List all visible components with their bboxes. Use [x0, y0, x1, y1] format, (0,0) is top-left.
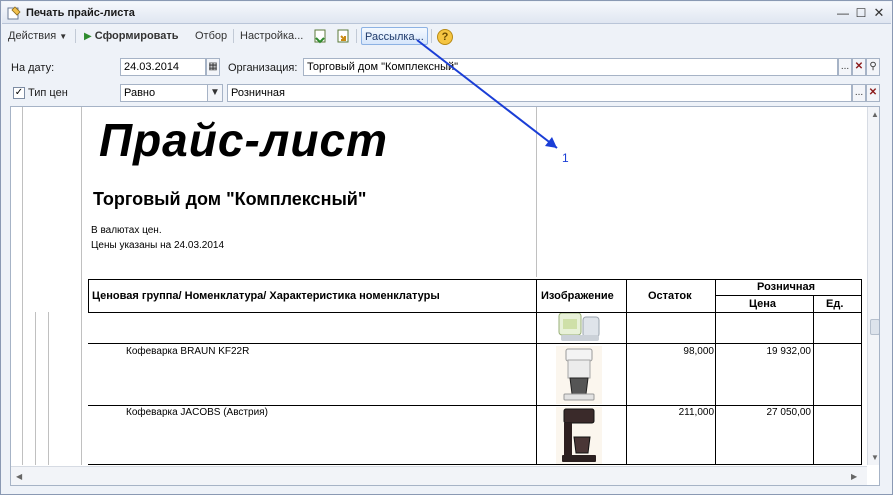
calendar-icon[interactable]: ▦ — [206, 58, 220, 76]
help-label: ? — [437, 29, 453, 45]
header-image: Изображение — [541, 290, 614, 302]
grid-line — [536, 107, 537, 277]
filter-button[interactable]: Отбор — [195, 27, 227, 45]
generate-button[interactable]: ▶ Сформировать — [84, 27, 179, 45]
separator — [356, 29, 357, 43]
grid-line — [35, 312, 36, 465]
help-icon[interactable]: ? — [437, 28, 453, 46]
vertical-scrollbar[interactable]: ▲ ▼ — [867, 107, 879, 465]
header-stock: Остаток — [648, 290, 692, 302]
row-border — [88, 464, 862, 465]
product-name: Кофеварка BRAUN KF22R — [126, 346, 250, 357]
condition-select[interactable]: Равно — [120, 84, 208, 102]
maximize-icon[interactable]: ☐ — [853, 5, 869, 21]
table-border — [88, 279, 862, 280]
company-name: Торговый дом "Комплексный" — [93, 189, 367, 209]
price-type-label: Тип цен — [28, 87, 68, 99]
window-title: Печать прайс-листа — [26, 7, 135, 19]
table-border — [813, 295, 814, 465]
product-stock: 211,000 — [678, 407, 714, 418]
grid-line — [22, 107, 23, 465]
price-type-field[interactable]: Розничная — [227, 84, 852, 102]
select-organization-button[interactable]: ... — [838, 58, 852, 76]
close-icon[interactable]: ✕ — [871, 5, 887, 21]
row-border — [88, 343, 862, 344]
header-retail: Розничная — [757, 281, 816, 293]
print-price-list-window: Печать прайс-листа — ☐ ✕ Действия ▼ ▶ Сф… — [0, 0, 893, 495]
scroll-down-icon[interactable]: ▼ — [871, 453, 879, 462]
horizontal-scrollbar[interactable]: ◀ ▶ — [11, 466, 867, 485]
product-name: Кофеварка JACOBS (Австрия) — [126, 407, 268, 418]
table-border — [715, 279, 716, 465]
save-settings-icon[interactable] — [312, 28, 328, 46]
table-border — [626, 279, 627, 465]
table-border — [88, 312, 862, 313]
scroll-right-icon[interactable]: ▶ — [851, 472, 857, 481]
row-border — [88, 405, 862, 406]
date-note: Цены указаны на 24.03.2014 — [91, 240, 225, 251]
separator — [75, 29, 76, 43]
separator — [233, 29, 234, 43]
select-price-type-button[interactable]: ... — [852, 84, 866, 102]
organization-label: Организация: — [228, 62, 298, 74]
actions-label: Действия — [8, 30, 57, 42]
date-field[interactable]: 24.03.2014 — [120, 58, 206, 76]
toolbar: Действия ▼ ▶ Сформировать Отбор Настройк… — [2, 25, 891, 47]
grid-line — [48, 312, 49, 465]
annotation-number: 1 — [562, 151, 569, 165]
coffee-maker-braun-image — [556, 346, 602, 404]
play-icon: ▶ — [84, 31, 92, 42]
generate-label: Сформировать — [94, 30, 179, 42]
actions-menu[interactable]: Действия ▼ — [8, 27, 67, 45]
mailing-button[interactable]: Рассылка... — [361, 27, 428, 45]
scroll-thumb[interactable] — [870, 319, 879, 335]
settings-button[interactable]: Настройка... — [240, 27, 303, 45]
table-border — [861, 279, 862, 465]
table-border — [536, 279, 537, 465]
title-bar: Печать прайс-листа — ☐ ✕ — [2, 2, 891, 24]
product-stock: 98,000 — [683, 346, 714, 357]
date-label: На дату: — [11, 62, 55, 74]
coffee-maker-jacobs-image — [556, 407, 602, 464]
clear-icon[interactable]: ✕ — [852, 58, 866, 76]
header-name: Ценовая группа/ Номенклатура/ Характерис… — [92, 290, 440, 302]
currency-note: В валютах цен. — [91, 225, 162, 236]
clear-icon[interactable]: ✕ — [866, 84, 880, 102]
header-price: Цена — [749, 298, 777, 310]
scroll-up-icon[interactable]: ▲ — [871, 110, 879, 119]
organization-field[interactable]: Торговый дом "Комплексный" — [303, 58, 838, 76]
report-title: Прайс-лист — [99, 114, 388, 166]
product-image — [558, 313, 600, 341]
product-price: 19 932,00 — [766, 346, 812, 357]
product-price: 27 050,00 — [766, 407, 812, 418]
app-icon — [7, 6, 21, 20]
chevron-down-icon: ▼ — [59, 32, 68, 41]
restore-settings-icon[interactable] — [335, 28, 351, 46]
table-border — [715, 295, 862, 296]
chevron-down-icon[interactable]: ▼ — [207, 84, 223, 102]
separator — [431, 29, 432, 43]
search-icon[interactable]: ⚲ — [866, 58, 880, 76]
grid-line — [81, 107, 82, 465]
scroll-left-icon[interactable]: ◀ — [16, 472, 22, 481]
minimize-icon[interactable]: — — [835, 5, 851, 21]
price-type-checkbox[interactable]: ✓ — [13, 87, 25, 99]
table-border — [88, 279, 89, 312]
header-unit: Ед. — [826, 298, 844, 310]
report-document[interactable]: Прайс-лист Торговый дом "Комплексный" В … — [10, 106, 880, 486]
